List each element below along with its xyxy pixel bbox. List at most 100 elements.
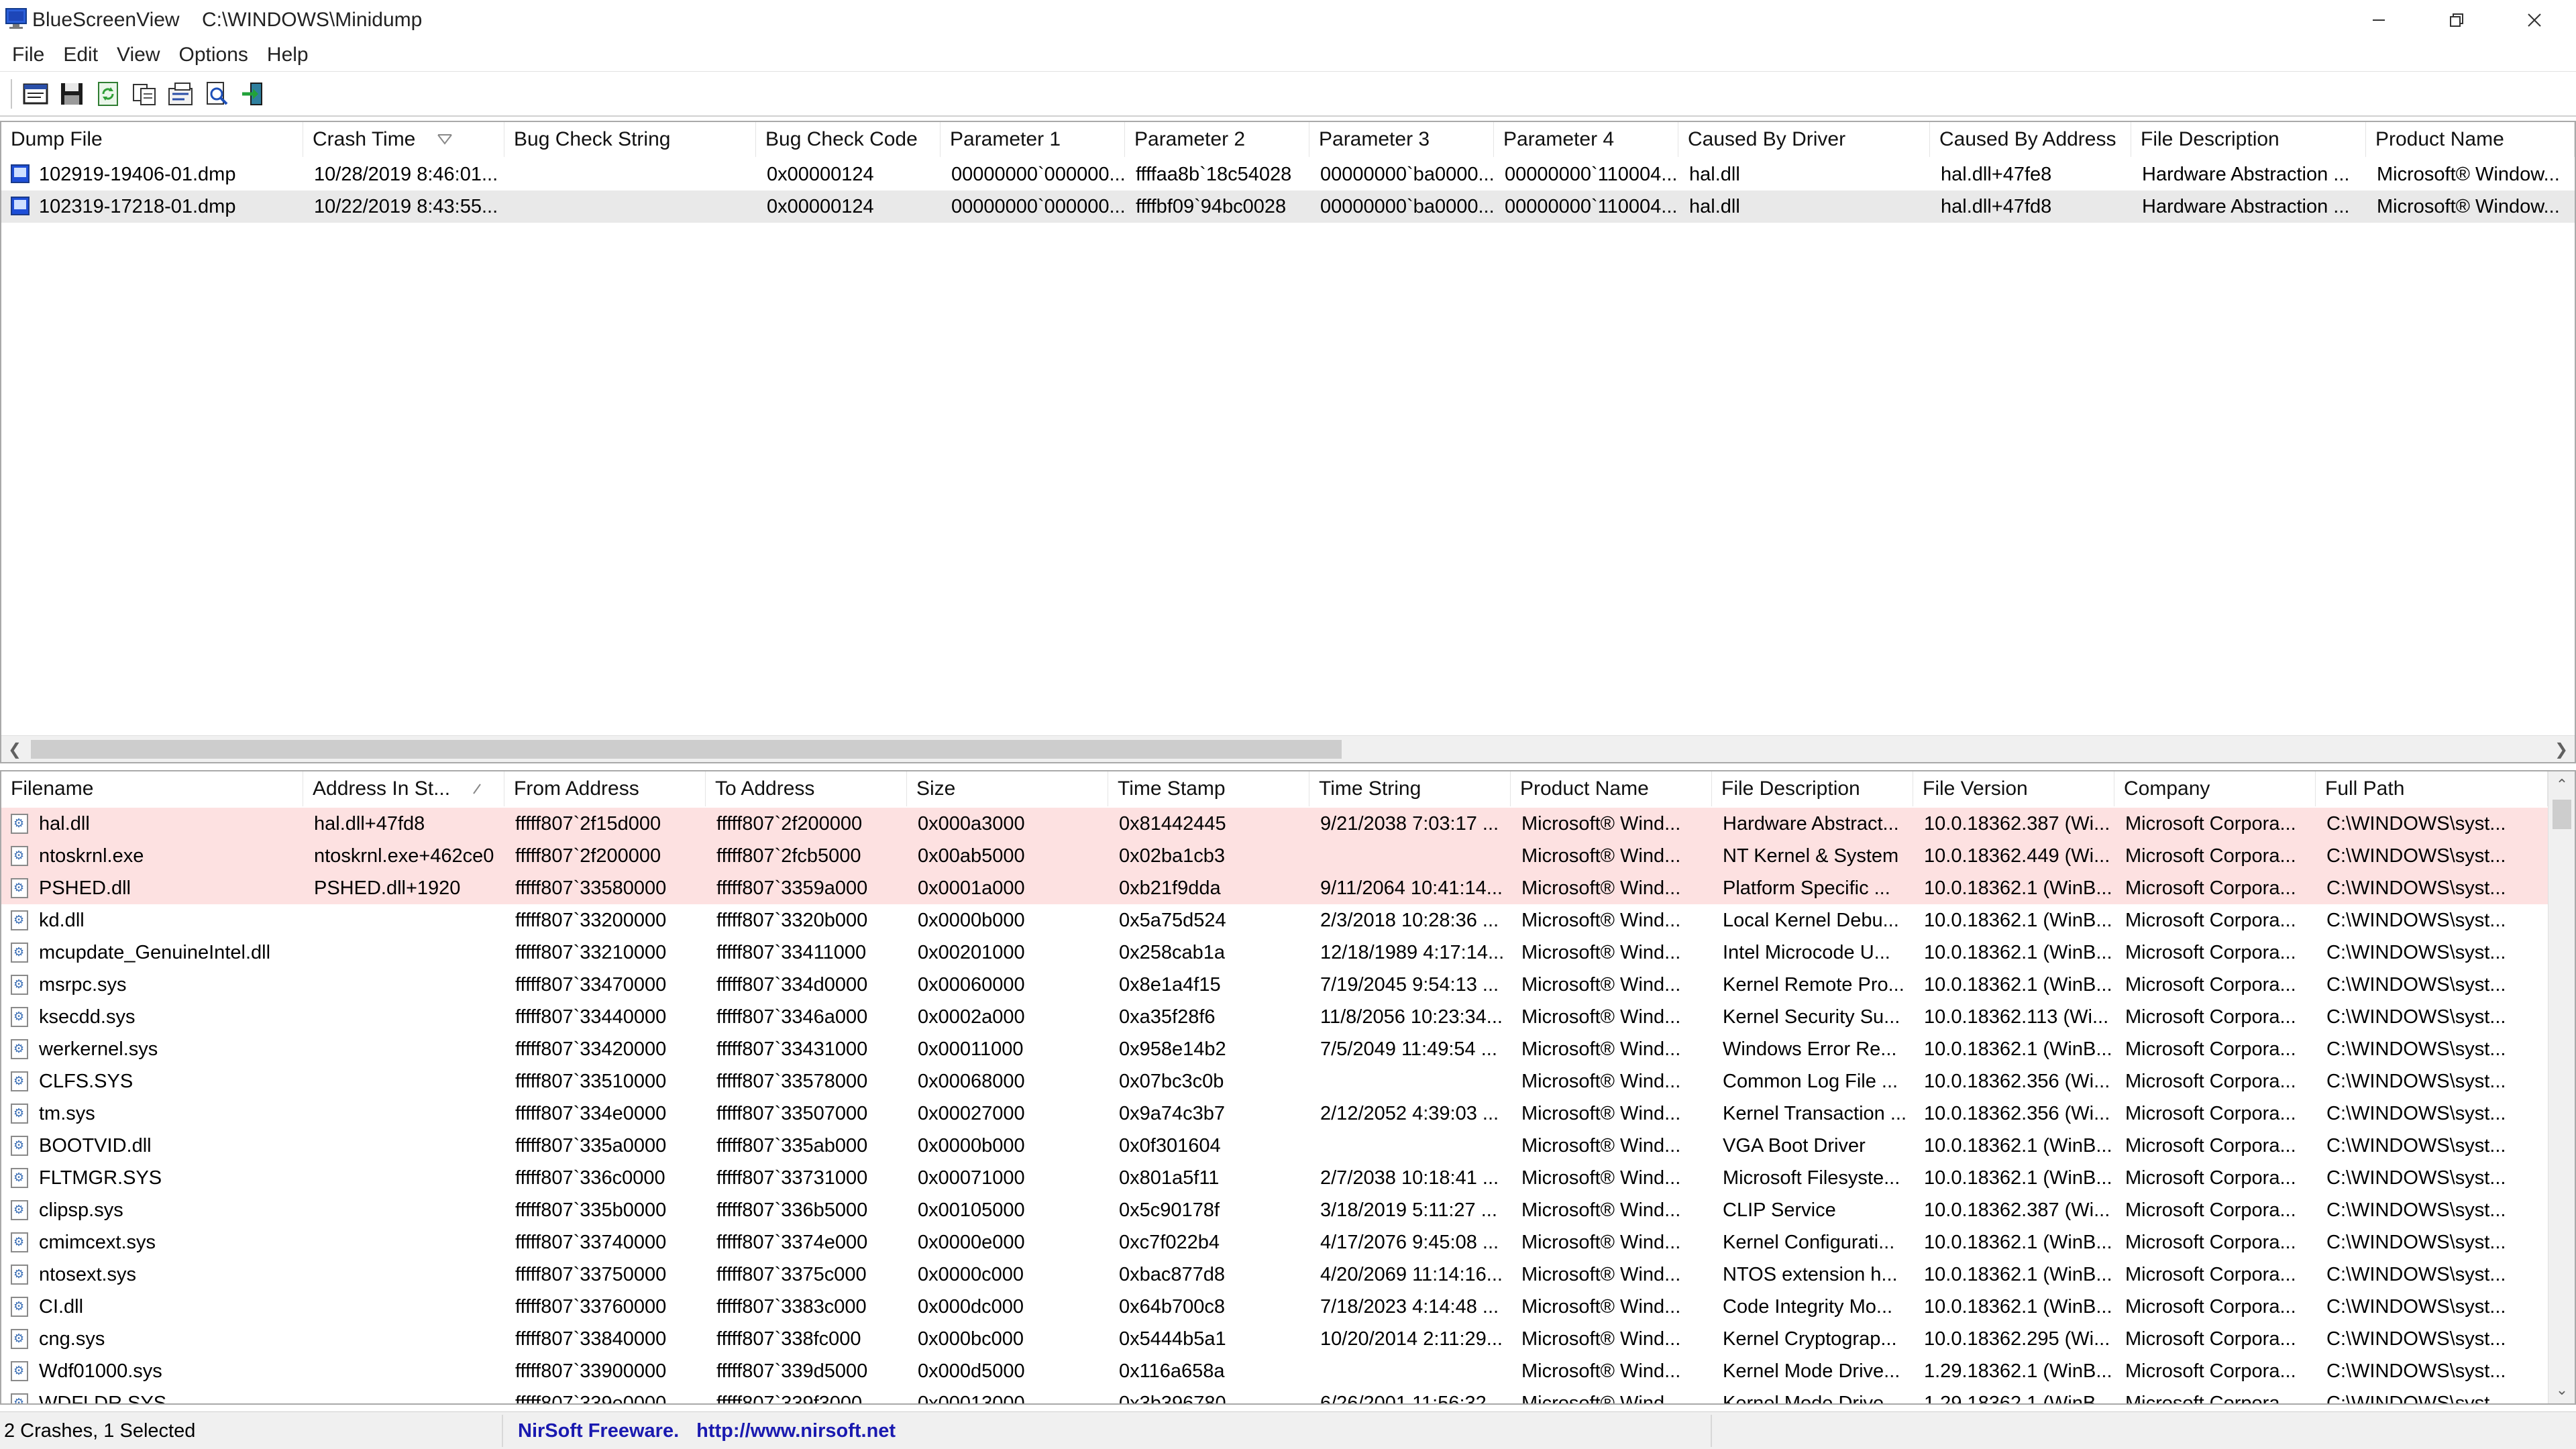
- column-header-product-name[interactable]: Product Name: [1511, 771, 1712, 806]
- crash-list-horizontal-scrollbar[interactable]: ❮ ❯: [1, 735, 2575, 762]
- table-row[interactable]: ntoskrnl.exe ntoskrnl.exe+462ce0 fffff807`…: [1, 840, 2548, 872]
- cell-full-path: C:\WINDOWS\syst...: [2326, 1393, 2506, 1405]
- table-row[interactable]: ksecdd.sys fffff807`33440000 fffff807`3346…: [1, 1001, 2548, 1033]
- scroll-up-arrow-icon[interactable]: ⌃: [2548, 771, 2575, 798]
- cell-full-path: C:\WINDOWS\syst...: [2326, 813, 2506, 835]
- find-button[interactable]: [199, 76, 235, 112]
- save-button[interactable]: [54, 76, 90, 112]
- cell-file-description: Windows Error Re...: [1723, 1038, 1897, 1060]
- cell-from-address: fffff807`33470000: [515, 974, 667, 996]
- cell-from-address: fffff807`33200000: [515, 910, 667, 931]
- row-icon-wrapper: [11, 164, 31, 184]
- column-header-time-string[interactable]: Time String: [1309, 771, 1511, 806]
- scroll-right-arrow-icon[interactable]: ❯: [2548, 736, 2575, 762]
- column-header-from-address[interactable]: From Address: [504, 771, 706, 806]
- cell-product-name: Microsoft® Window...: [2377, 164, 2560, 185]
- table-row[interactable]: BOOTVID.dll fffff807`335a0000 fffff807`335…: [1, 1130, 2548, 1162]
- close-button[interactable]: [2496, 0, 2573, 40]
- cell-time-stamp: 0x02ba1cb3: [1119, 845, 1226, 867]
- table-row[interactable]: FLTMGR.SYS fffff807`336c0000 fffff807`3373…: [1, 1162, 2548, 1194]
- cell-filename: tm.sys: [39, 1103, 95, 1124]
- minimize-button[interactable]: [2340, 0, 2418, 40]
- table-row[interactable]: mcupdate_GenuineIntel.dll fffff807`332100…: [1, 936, 2548, 969]
- menu-view[interactable]: View: [107, 40, 169, 70]
- column-header-size[interactable]: Size: [907, 771, 1108, 806]
- scroll-left-arrow-icon[interactable]: ❮: [1, 736, 28, 762]
- column-header-file-description[interactable]: File Description: [1712, 771, 1913, 806]
- column-header-crash-time[interactable]: Crash Time: [303, 122, 504, 157]
- table-row[interactable]: Wdf01000.sys fffff807`33900000 fffff807`33…: [1, 1355, 2548, 1387]
- restore-button[interactable]: [2418, 0, 2496, 40]
- scrollbar-thumb[interactable]: [31, 740, 1342, 759]
- table-row[interactable]: kd.dll fffff807`33200000 fffff807`3320b000…: [1, 904, 2548, 936]
- cell-product-name: Microsoft® Window...: [2377, 196, 2560, 217]
- table-row[interactable]: tm.sys fffff807`334e0000 fffff807`33507000…: [1, 1097, 2548, 1130]
- column-header-parameter-3[interactable]: Parameter 3: [1309, 122, 1494, 157]
- cell-size: 0x000a3000: [918, 813, 1025, 835]
- menu-options[interactable]: Options: [170, 40, 258, 70]
- column-header-full-path[interactable]: Full Path: [2316, 771, 2548, 806]
- exit-button[interactable]: [235, 76, 271, 112]
- column-header-bug-check-code[interactable]: Bug Check Code: [756, 122, 941, 157]
- table-row[interactable]: cmimcext.sys fffff807`33740000 fffff807`33…: [1, 1226, 2548, 1258]
- column-header-parameter-4[interactable]: Parameter 4: [1494, 122, 1678, 157]
- column-header-company[interactable]: Company: [2114, 771, 2316, 806]
- scroll-down-arrow-icon[interactable]: ⌄: [2548, 1377, 2575, 1403]
- credits-vendor: NirSoft Freeware.: [518, 1420, 680, 1442]
- cell-parameter-1: 00000000`000000...: [951, 164, 1125, 185]
- table-row[interactable]: msrpc.sys fffff807`33470000 fffff807`334d0…: [1, 969, 2548, 1001]
- scrollbar-thumb[interactable]: [2553, 800, 2571, 829]
- status-credits[interactable]: NirSoft Freeware. http://www.nirsoft.net: [504, 1415, 1712, 1447]
- cell-size: 0x00105000: [918, 1199, 1025, 1221]
- table-row[interactable]: PSHED.dll PSHED.dll+1920 fffff807`33580000…: [1, 872, 2548, 904]
- cell-filename: hal.dll: [39, 813, 90, 835]
- driver-list-vertical-scrollbar[interactable]: ⌃ ⌄: [2548, 771, 2575, 1403]
- cell-size: 0x00027000: [918, 1103, 1025, 1124]
- app-window: BlueScreenView C:\WINDOWS\Minidump File …: [0, 0, 2576, 1449]
- menu-help[interactable]: Help: [258, 40, 318, 70]
- cell-filename: clipsp.sys: [39, 1199, 123, 1221]
- menu-file[interactable]: File: [0, 40, 54, 70]
- table-row[interactable]: ntosext.sys fffff807`33750000 fffff807`337…: [1, 1258, 2548, 1291]
- column-header-caused-by-driver[interactable]: Caused By Driver: [1678, 122, 1930, 157]
- column-header-to-address[interactable]: To Address: [706, 771, 907, 806]
- cell-file-description: VGA Boot Driver: [1723, 1135, 1866, 1157]
- table-row[interactable]: CLFS.SYS fffff807`33510000 fffff807`335780…: [1, 1065, 2548, 1097]
- cell-dump-file: 102919-19406-01.dmp: [39, 164, 236, 185]
- column-header-dump-file[interactable]: Dump File: [1, 122, 303, 157]
- cell-product-name: Microsoft® Wind...: [1521, 845, 1681, 867]
- table-row[interactable]: WDFLDR.SYS fffff807`339e0000 fffff807`339f…: [1, 1387, 2548, 1405]
- credits-url-link[interactable]: http://www.nirsoft.net: [696, 1420, 896, 1442]
- crash-list-header: Dump File Crash Time Bug Check String Bu…: [1, 122, 2575, 157]
- cell-parameter-4: 00000000`110004...: [1505, 196, 1678, 217]
- cell-from-address: fffff807`339e0000: [515, 1393, 667, 1405]
- table-row[interactable]: werkernel.sys fffff807`33420000 fffff807`3…: [1, 1033, 2548, 1065]
- cell-full-path: C:\WINDOWS\syst...: [2326, 1006, 2506, 1028]
- table-row[interactable]: cng.sys fffff807`33840000 fffff807`338fc00…: [1, 1323, 2548, 1355]
- options-button[interactable]: [162, 76, 199, 112]
- column-header-product-name[interactable]: Product Name: [2366, 122, 2575, 157]
- column-header-caused-by-address[interactable]: Caused By Address: [1930, 122, 2131, 157]
- menu-edit[interactable]: Edit: [54, 40, 107, 70]
- column-header-bug-check-string[interactable]: Bug Check String: [504, 122, 756, 157]
- table-row[interactable]: 102919-19406-01.dmp 10/28/2019 8:46:01...…: [1, 158, 2575, 191]
- cell-address-in-st: ntoskrnl.exe+462ce0: [314, 845, 494, 867]
- column-header-file-version[interactable]: File Version: [1913, 771, 2114, 806]
- column-header-parameter-1[interactable]: Parameter 1: [941, 122, 1125, 157]
- column-header-time-stamp[interactable]: Time Stamp: [1108, 771, 1309, 806]
- refresh-button[interactable]: [90, 76, 126, 112]
- table-row[interactable]: hal.dll hal.dll+47fd8 fffff807`2f15d000 fff…: [1, 808, 2548, 840]
- copy-button[interactable]: [126, 76, 162, 112]
- table-row[interactable]: clipsp.sys fffff807`335b0000 fffff807`336b…: [1, 1194, 2548, 1226]
- properties-button[interactable]: [17, 76, 54, 112]
- cell-address-in-st: [303, 1001, 504, 1033]
- cell-crash-time: 10/28/2019 8:46:01...: [314, 164, 498, 185]
- cell-time-stamp: 0xbac877d8: [1119, 1264, 1226, 1285]
- table-row[interactable]: CI.dll fffff807`33760000 fffff807`3383c000…: [1, 1291, 2548, 1323]
- column-header-file-description[interactable]: File Description: [2131, 122, 2366, 157]
- column-header-filename[interactable]: Filename: [1, 771, 303, 806]
- table-row[interactable]: 102319-17218-01.dmp 10/22/2019 8:43:55...…: [1, 191, 2575, 223]
- cell-time-string: 2/12/2052 4:39:03 ...: [1320, 1103, 1499, 1124]
- column-header-address-in-stack[interactable]: Address In St...: [303, 771, 504, 806]
- column-header-parameter-2[interactable]: Parameter 2: [1125, 122, 1309, 157]
